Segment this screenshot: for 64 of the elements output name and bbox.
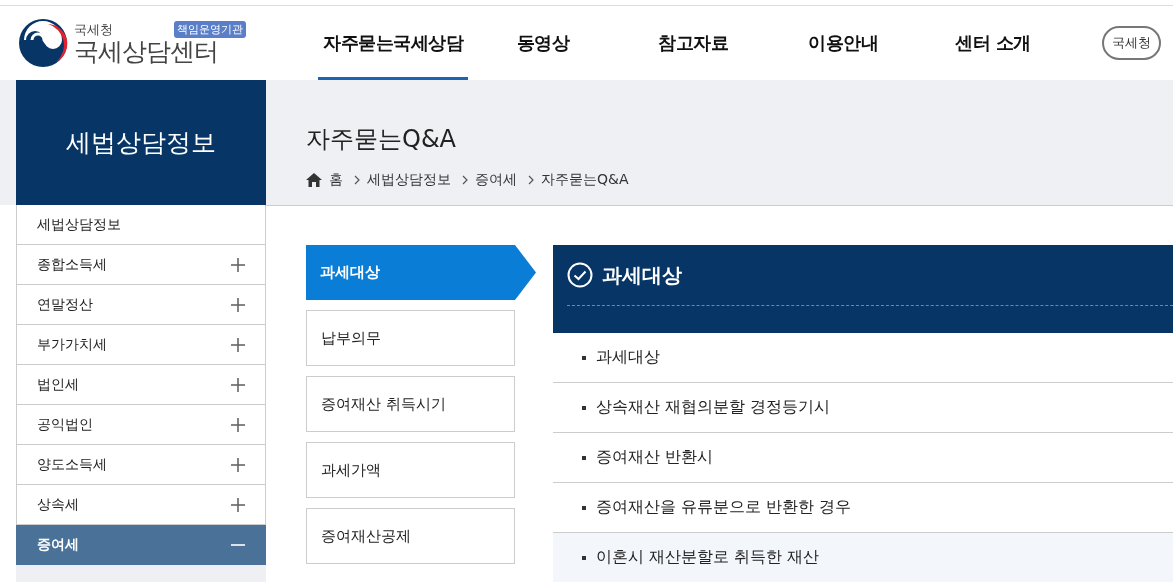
question-item[interactable]: 증여재산 반환시	[553, 433, 1173, 483]
category-tab[interactable]: 납부의무	[306, 310, 515, 366]
chevron-icon	[354, 175, 360, 185]
chevron-icon	[462, 175, 468, 185]
check-circle-icon	[567, 262, 593, 288]
logo-title[interactable]: 국세상담센터	[74, 38, 246, 66]
sidebar-item-label: 증여세	[37, 535, 79, 554]
question-label: 과세대상	[596, 347, 660, 368]
bullet-icon	[582, 355, 586, 360]
plus-icon[interactable]	[231, 417, 245, 432]
sidebar-item-label: 양도소득세	[37, 455, 107, 474]
logo-tag: 책임운영기관	[174, 21, 246, 39]
breadcrumb-link[interactable]: 세법상담정보	[367, 171, 451, 189]
bullet-icon	[582, 555, 586, 560]
logo-subtitle: 국세청	[74, 20, 113, 39]
breadcrumb-link[interactable]: 자주묻는Q&A	[541, 171, 629, 189]
question-label: 증여재산 반환시	[596, 447, 714, 468]
sidebar-item[interactable]: 양도소득세	[16, 445, 266, 485]
nav-tab[interactable]: 센터 소개	[918, 6, 1068, 80]
bullet-icon	[582, 455, 586, 460]
question-item[interactable]: 이혼시 재산분할로 취득한 재산	[553, 533, 1173, 582]
question-item[interactable]: 과세대상	[553, 333, 1173, 383]
plus-icon[interactable]	[231, 297, 245, 312]
question-label: 이혼시 재산분할로 취득한 재산	[596, 547, 820, 568]
nav-tab[interactable]: 참고자료	[618, 6, 768, 80]
sidebar-item[interactable]: 증여세	[16, 525, 266, 565]
sidebar-item[interactable]: 종합소득세	[16, 245, 266, 285]
category-tab[interactable]: 증여재산공제	[306, 508, 515, 564]
sidebar-item-label: 세법상담정보	[37, 215, 121, 234]
sidebar-item-label: 상속세	[37, 495, 79, 514]
breadcrumb-link[interactable]: 증여세	[475, 171, 517, 189]
question-label: 상속재산 재협의분할 경정등기시	[596, 397, 831, 418]
sidebar-item-label: 공익법인	[37, 415, 93, 434]
nav-tab[interactable]: 동영상	[468, 6, 618, 80]
bullet-icon	[582, 405, 586, 410]
question-label: 증여재산을 유류분으로 반환한 경우	[596, 497, 852, 518]
plus-icon[interactable]	[231, 337, 245, 352]
sidebar-item[interactable]: 연말정산	[16, 285, 266, 325]
category-tab[interactable]: 증여재산 취득시기	[306, 376, 515, 432]
plus-icon[interactable]	[231, 377, 245, 392]
category-tab[interactable]: 과세가액	[306, 442, 515, 498]
sidebar-item[interactable]: 세법상담정보	[16, 205, 266, 245]
home-icon[interactable]	[306, 173, 322, 187]
plus-icon[interactable]	[231, 497, 245, 512]
plus-icon[interactable]	[231, 457, 245, 472]
emblem-icon	[18, 18, 68, 68]
panel-title: 과세대상	[602, 261, 682, 289]
sidebar-item-label: 종합소득세	[37, 255, 107, 274]
bullet-icon	[582, 505, 586, 510]
category-tab[interactable]: 과세대상	[306, 245, 536, 300]
breadcrumb-link[interactable]: 홈	[329, 171, 343, 189]
sidebar-item[interactable]: 법인세	[16, 365, 266, 405]
sidebar-item-label: 부가가치세	[37, 335, 107, 354]
plus-icon[interactable]	[231, 257, 245, 272]
sidebar-item-label: 연말정산	[37, 295, 93, 314]
sidebar-title: 세법상담정보	[66, 127, 216, 159]
page-title: 자주묻는Q&A	[306, 124, 458, 155]
sidebar-item[interactable]: 공익법인	[16, 405, 266, 445]
nav-tab[interactable]: 이용안내	[768, 6, 918, 80]
sidebar-item-label: 법인세	[37, 375, 79, 394]
sidebar-item[interactable]: 부가가치세	[16, 325, 266, 365]
nts-button[interactable]: 국세청	[1102, 26, 1161, 60]
question-item[interactable]: 상속재산 재협의분할 경정등기시	[553, 383, 1173, 433]
chevron-icon	[528, 175, 534, 185]
